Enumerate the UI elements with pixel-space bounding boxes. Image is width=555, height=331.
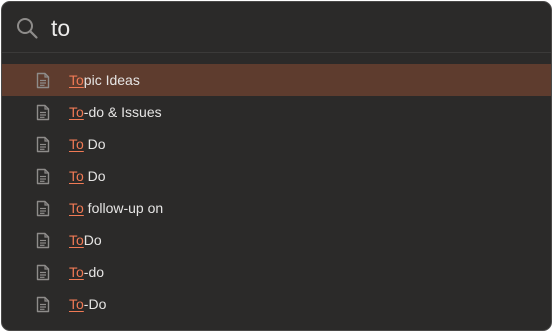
result-title: To Do — [69, 136, 106, 152]
result-title-rest: -do — [83, 264, 105, 280]
document-icon — [36, 296, 50, 313]
result-item[interactable]: To-Do — [2, 288, 551, 320]
document-icon — [36, 72, 50, 89]
result-title-rest: Do — [83, 136, 106, 152]
results-list: Topic Ideas To-do & Issues To Do To Do T… — [2, 64, 551, 320]
result-item[interactable]: To-do — [2, 256, 551, 288]
result-title: To follow-up on — [69, 200, 163, 216]
result-title-rest: -do & Issues — [83, 104, 162, 120]
result-match-highlight: To — [69, 136, 84, 152]
document-icon — [36, 168, 50, 185]
result-item[interactable]: To Do — [2, 128, 551, 160]
result-match-highlight: To — [69, 168, 84, 184]
result-item[interactable]: To-do & Issues — [2, 96, 551, 128]
result-title: To-do & Issues — [69, 104, 162, 120]
result-match-highlight: To — [69, 264, 84, 280]
search-input[interactable] — [51, 12, 531, 44]
result-title: To Do — [69, 168, 106, 184]
result-item[interactable]: To follow-up on — [2, 192, 551, 224]
result-title-rest: follow-up on — [83, 200, 164, 216]
result-item[interactable]: ToDo — [2, 224, 551, 256]
result-title-rest: Do — [83, 232, 102, 248]
document-icon — [36, 104, 50, 121]
result-match-highlight: To — [69, 72, 84, 88]
result-match-highlight: To — [69, 104, 84, 120]
document-icon — [36, 136, 50, 153]
result-title: To-do — [69, 264, 104, 280]
result-item[interactable]: To Do — [2, 160, 551, 192]
result-title-rest: pic Ideas — [83, 72, 140, 88]
result-title-rest: -Do — [83, 296, 107, 312]
result-match-highlight: To — [69, 296, 84, 312]
search-icon — [17, 18, 38, 39]
result-title: ToDo — [69, 232, 102, 248]
quick-find-panel: Topic Ideas To-do & Issues To Do — [1, 1, 552, 331]
document-icon — [36, 264, 50, 281]
result-title-rest: Do — [83, 168, 106, 184]
result-title: To-Do — [69, 296, 106, 312]
result-title: Topic Ideas — [69, 72, 140, 88]
result-match-highlight: To — [69, 200, 84, 216]
result-match-highlight: To — [69, 232, 84, 248]
result-item[interactable]: Topic Ideas — [2, 64, 551, 96]
search-bar — [2, 2, 551, 53]
document-icon — [36, 232, 50, 249]
document-icon — [36, 200, 50, 217]
